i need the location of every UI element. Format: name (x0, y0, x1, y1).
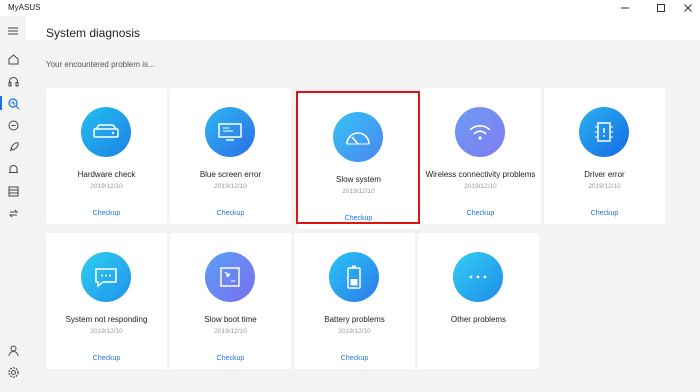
card-date: 2019/12/10 (90, 328, 123, 335)
ellipsis-icon (453, 252, 503, 302)
monitor-icon (205, 107, 255, 157)
card-other-problems[interactable]: Other problems (418, 233, 539, 369)
hard-drive-icon (81, 107, 131, 157)
diagnosis-icon (7, 97, 19, 109)
transfer-icon (8, 209, 18, 217)
sidebar-item-home[interactable] (5, 51, 21, 67)
chip-icon (579, 107, 629, 157)
sidebar-item-support[interactable] (5, 73, 21, 89)
maximize-button[interactable] (646, 0, 676, 16)
card-label: Other problems (450, 315, 507, 324)
maximize-icon (657, 4, 665, 12)
checkup-link[interactable]: Checkup (420, 210, 541, 217)
headset-icon (8, 76, 18, 86)
boot-screen-icon (205, 252, 255, 302)
card-driver-error[interactable]: Driver error 2019/12/10 Checkup (544, 88, 665, 224)
sidebar-item-store[interactable] (5, 183, 21, 199)
card-label: Slow boot time (204, 315, 257, 324)
sidebar-item-link-to-phone[interactable] (5, 205, 21, 221)
home-icon (8, 53, 18, 64)
checkup-link[interactable]: Checkup (170, 355, 291, 362)
card-label: Hardware check (77, 170, 136, 179)
title-bar: MyASUS (0, 0, 700, 16)
checkup-link[interactable]: Checkup (544, 210, 665, 217)
sidebar-item-account[interactable] (5, 342, 21, 358)
highlight-frame (296, 91, 420, 224)
card-label: Battery problems (324, 315, 385, 324)
checkup-link[interactable]: Checkup (294, 355, 415, 362)
chat-bubble-icon (81, 252, 131, 302)
page-title: System diagnosis (46, 26, 141, 40)
card-system-not-responding[interactable]: System not responding 2019/12/10 Checkup (46, 233, 167, 369)
checkup-link[interactable]: Checkup (46, 355, 167, 362)
store-icon (8, 186, 18, 196)
battery-icon (329, 252, 379, 302)
card-date: 2019/12/10 (214, 183, 247, 190)
link-icon (8, 120, 18, 130)
card-battery-problems[interactable]: Battery problems 2019/12/10 Checkup (294, 233, 415, 369)
sidebar-item-link[interactable] (5, 117, 21, 133)
card-date: 2019/12/10 (90, 183, 123, 190)
checkup-link[interactable]: Checkup (46, 210, 167, 217)
minimize-icon (621, 7, 629, 9)
sidebar-item-system-diagnosis[interactable] (0, 95, 21, 111)
sidebar-item-settings[interactable] (5, 364, 21, 380)
card-blue-screen-error[interactable]: Blue screen error 2019/12/10 Checkup (170, 88, 291, 224)
card-label: Driver error (584, 170, 625, 179)
card-hardware-check[interactable]: Hardware check 2019/12/10 Checkup (46, 88, 167, 224)
card-slow-boot-time[interactable]: Slow boot time 2019/12/10 Checkup (170, 233, 291, 369)
card-date: 2019/12/10 (464, 183, 497, 190)
sidebar-menu-button[interactable] (5, 23, 21, 39)
close-icon (684, 4, 692, 12)
close-button[interactable] (676, 0, 700, 16)
menu-icon (8, 27, 18, 35)
checkup-link[interactable]: Checkup (170, 210, 291, 217)
sidebar-item-boost[interactable] (5, 139, 21, 155)
card-date: 2019/12/10 (338, 328, 371, 335)
card-wireless-connectivity-problems[interactable]: Wireless connectivity problems 2019/12/1… (420, 88, 541, 224)
app-title: MyASUS (8, 3, 41, 12)
card-label: Blue screen error (199, 170, 262, 179)
rocket-icon (9, 141, 19, 151)
user-icon (8, 345, 18, 356)
card-label: System not responding (65, 315, 148, 324)
bell-icon (8, 164, 18, 173)
page-subtitle: Your encountered problem is... (46, 60, 155, 69)
card-label: Wireless connectivity problems (425, 170, 536, 179)
wifi-icon (455, 107, 505, 157)
minimize-button[interactable] (610, 0, 640, 16)
sidebar-item-notifications[interactable] (5, 161, 21, 177)
settings-icon (7, 366, 19, 378)
card-date: 2019/12/10 (214, 328, 247, 335)
sidebar (0, 16, 26, 392)
card-date: 2019/12/10 (588, 183, 621, 190)
